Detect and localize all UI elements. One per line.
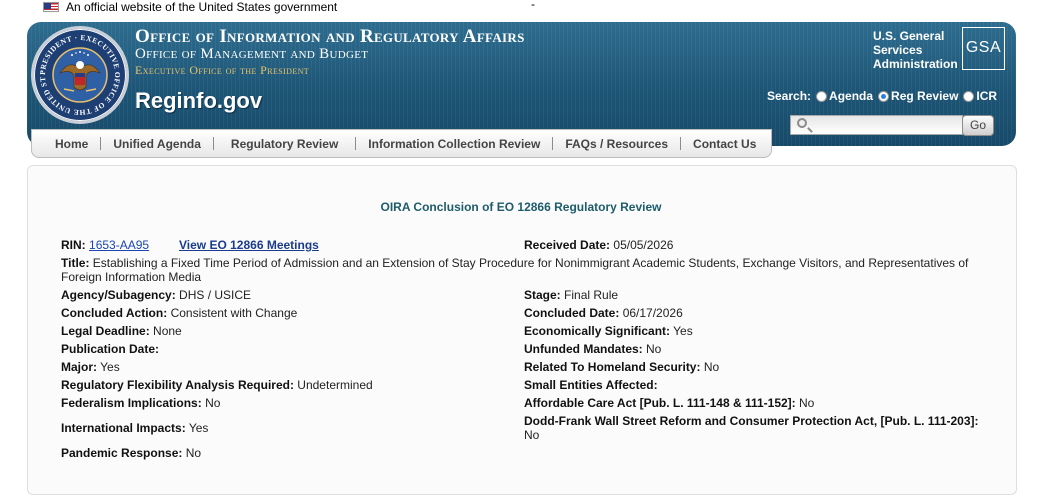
- go-button[interactable]: Go: [962, 115, 994, 136]
- detail-international-impacts: International Impacts: Yes: [61, 421, 208, 435]
- search-icon: [797, 118, 807, 128]
- received-date-field: Received Date: 05/05/2026: [524, 238, 673, 252]
- nav-faqs-resources[interactable]: FAQs / Resources: [553, 137, 680, 151]
- detail-concluded-date: Concluded Date: 06/17/2026: [524, 306, 683, 320]
- detail-stage: Stage: Final Rule: [524, 288, 618, 302]
- radio-reg-review-label[interactable]: Reg Review: [891, 89, 958, 103]
- detail-legal-deadline: Legal Deadline: None: [61, 324, 182, 338]
- economically-significant-label: Economically Significant:: [524, 324, 671, 338]
- title-value: Establishing a Fixed Time Period of Admi…: [61, 256, 969, 284]
- concluded-action-label: Concluded Action:: [61, 306, 168, 320]
- detail-small-entities: Small Entities Affected:: [524, 378, 658, 392]
- detail-agency: Agency/Subagency: DHS / USICE: [61, 288, 251, 302]
- rin-label: RIN:: [61, 238, 86, 252]
- gsa-line-2: Services: [873, 43, 923, 57]
- major-value: Yes: [100, 360, 120, 374]
- received-date-value: 05/05/2026: [613, 238, 674, 252]
- dodd-frank-value: No: [524, 428, 540, 442]
- dodd-frank-label: Dodd-Frank Wall Street Reform and Consum…: [524, 414, 979, 428]
- omb-title: Office of Management and Budget: [135, 46, 369, 62]
- search-label: Search:: [767, 89, 812, 103]
- detail-unfunded-mandates: Unfunded Mandates: No: [524, 342, 661, 356]
- radio-agenda[interactable]: [816, 90, 828, 102]
- presidential-seal-icon: PRESIDENT · EXECUTIVE OFFICE OF THE UNIT…: [31, 26, 129, 124]
- rfa-required-label: Regulatory Flexibility Analysis Required…: [61, 378, 294, 392]
- concluded-action-value: Consistent with Change: [170, 306, 298, 320]
- gsa-line-3: Administration: [873, 57, 958, 71]
- detail-concluded-action: Concluded Action: Consistent with Change: [61, 306, 297, 320]
- main-nav: Home Unified Agenda Regulatory Review In…: [31, 129, 772, 158]
- page-title: OIRA Conclusion of EO 12866 Regulatory R…: [380, 200, 662, 214]
- search-input[interactable]: [815, 117, 960, 133]
- detail-affordable-care-act: Affordable Care Act [Pub. L. 111-148 & 1…: [524, 396, 814, 410]
- nav-unified-agenda[interactable]: Unified Agenda: [101, 137, 213, 151]
- gsa-line-1: U.S. General: [873, 29, 945, 43]
- view-eo-meetings-link[interactable]: View EO 12866 Meetings: [179, 238, 319, 252]
- detail-major: Major: Yes: [61, 360, 120, 374]
- detail-dodd-frank: Dodd-Frank Wall Street Reform and Consum…: [524, 414, 994, 442]
- stage-label: Stage:: [524, 288, 561, 302]
- economically-significant-value: Yes: [673, 324, 693, 338]
- radio-icr[interactable]: [963, 90, 975, 102]
- site-name-link[interactable]: Reginfo.gov: [135, 88, 262, 114]
- affordable-care-act-label: Affordable Care Act [Pub. L. 111-148 & 1…: [524, 396, 796, 410]
- nav-information-collection-review[interactable]: Information Collection Review: [356, 137, 552, 151]
- nav-contact-us[interactable]: Contact Us: [681, 137, 768, 151]
- oira-title: Office of Information and Regulatory Aff…: [135, 26, 525, 47]
- small-entities-label: Small Entities Affected:: [524, 378, 658, 392]
- gsa-logo-icon[interactable]: GSA: [962, 27, 1005, 70]
- unfunded-mandates-label: Unfunded Mandates:: [524, 342, 643, 356]
- legal-deadline-label: Legal Deadline:: [61, 324, 150, 338]
- stage-value: Final Rule: [564, 288, 619, 302]
- detail-economically-significant: Economically Significant: Yes: [524, 324, 693, 338]
- homeland-security-label: Related To Homeland Security:: [524, 360, 701, 374]
- pandemic-response-label: Pandemic Response:: [61, 446, 183, 460]
- gsa-name[interactable]: U.S. General Services Administration: [873, 29, 958, 71]
- rfa-required-value: Undetermined: [297, 378, 373, 392]
- eo-meetings-field: View EO 12866 Meetings: [179, 238, 319, 252]
- publication-date-label: Publication Date:: [61, 342, 160, 356]
- official-site-text: An official website of the United States…: [66, 0, 338, 14]
- eop-title: Executive Office of the President: [135, 63, 310, 77]
- site-header: PRESIDENT · EXECUTIVE OFFICE OF THE UNIT…: [27, 22, 1016, 146]
- search-field[interactable]: [790, 115, 963, 135]
- homeland-security-value: No: [703, 360, 720, 374]
- us-flag-icon: [43, 2, 59, 12]
- title-field: Title: Establishing a Fixed Time Period …: [61, 256, 991, 284]
- federalism-value: No: [205, 396, 221, 410]
- detail-publication-date: Publication Date:: [61, 342, 159, 356]
- banner-dash: -: [531, 0, 535, 11]
- detail-pandemic-response: Pandemic Response: No: [61, 446, 201, 460]
- received-date-label: Received Date:: [524, 238, 611, 252]
- radio-icr-label[interactable]: ICR: [976, 89, 997, 103]
- unfunded-mandates-value: No: [646, 342, 662, 356]
- major-label: Major:: [61, 360, 97, 374]
- international-impacts-label: International Impacts:: [61, 421, 186, 435]
- federalism-label: Federalism Implications:: [61, 396, 202, 410]
- international-impacts-value: Yes: [188, 421, 209, 435]
- nav-home[interactable]: Home: [32, 137, 100, 151]
- rin-field: RIN: 1653-AA95: [61, 238, 149, 252]
- radio-agenda-label[interactable]: Agenda: [829, 89, 873, 103]
- rin-link[interactable]: 1653-AA95: [89, 238, 149, 252]
- pandemic-response-value: No: [185, 446, 202, 460]
- detail-homeland-security: Related To Homeland Security: No: [524, 360, 719, 374]
- affordable-care-act-value: No: [799, 396, 815, 410]
- radio-reg-review[interactable]: [878, 90, 890, 102]
- concluded-date-value: 06/17/2026: [622, 306, 683, 320]
- search-scope-group: Search: Agenda Reg Review ICR: [767, 89, 997, 103]
- agency-label: Agency/Subagency:: [61, 288, 176, 302]
- agency-value: DHS / USICE: [179, 288, 252, 302]
- official-site-banner: An official website of the United States…: [0, 0, 1042, 14]
- nav-regulatory-review[interactable]: Regulatory Review: [214, 137, 355, 151]
- detail-rfa-required: Regulatory Flexibility Analysis Required…: [61, 378, 373, 392]
- legal-deadline-value: None: [153, 324, 182, 338]
- concluded-date-label: Concluded Date:: [524, 306, 620, 320]
- title-label: Title:: [61, 256, 90, 270]
- detail-federalism: Federalism Implications: No: [61, 396, 220, 410]
